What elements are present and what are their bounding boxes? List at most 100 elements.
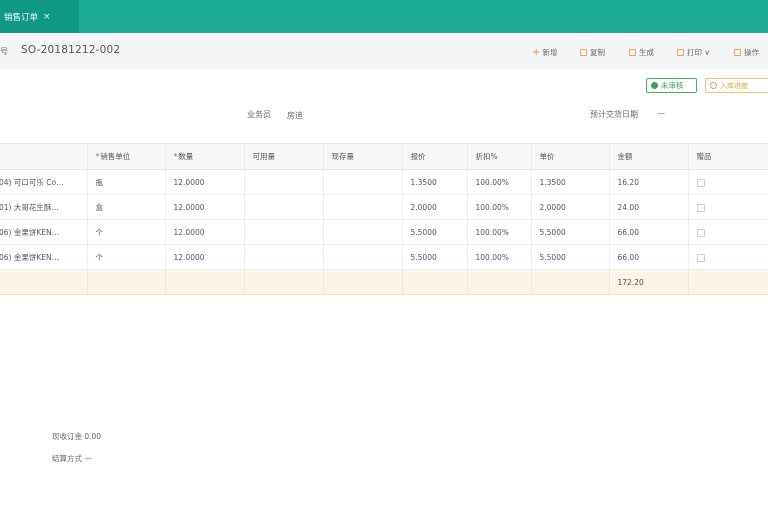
close-icon[interactable]: × (43, 12, 51, 22)
table-row[interactable]: 06) 金果饼KEN… 个 12.0000 5.5000 100.00% 5.5000 66… (0, 219, 768, 245)
column-header: 可用量 (244, 143, 324, 170)
total-cell (0, 269, 88, 295)
tab-bar: 销售订单 × (0, 0, 768, 33)
total-amount: 172.20 (609, 269, 689, 295)
status-badge-label: 未审核 (661, 81, 684, 90)
plus-icon: + (532, 47, 541, 58)
table-cell[interactable]: 12.0000 (165, 244, 245, 270)
deposit-field[interactable]: 现收订金 0.00 (52, 431, 101, 442)
column-header: 金额 (609, 143, 689, 170)
table-cell[interactable]: 5.5000 (402, 244, 468, 270)
table-cell[interactable]: 个 (87, 244, 166, 270)
total-cell (688, 269, 768, 295)
table-cell[interactable] (244, 169, 324, 195)
table-cell[interactable] (323, 219, 403, 245)
total-cell (531, 269, 610, 295)
copy-button-label: 复制 (590, 48, 605, 57)
table-cell[interactable]: 5.5000 (531, 219, 610, 245)
table-cell[interactable]: 1.3500 (531, 169, 610, 195)
table-cell[interactable]: 66.00 (609, 219, 689, 245)
table-cell[interactable]: 16.20 (609, 169, 689, 195)
column-header-label: 金额 (617, 152, 633, 161)
status-badge: 未审核 (646, 78, 697, 93)
column-header: *数量 (165, 143, 245, 170)
generate-button[interactable]: 生成 (629, 47, 654, 58)
table-cell[interactable] (244, 219, 324, 245)
gift-checkbox[interactable] (696, 203, 705, 212)
table-row[interactable]: 01) 大哥花生酥… 盒 12.0000 2.0000 100.00% 2.0000 24.… (0, 194, 768, 220)
table-cell[interactable]: 12.0000 (165, 169, 245, 195)
operation-button[interactable]: 操作 (734, 47, 759, 58)
new-button-label: 新增 (542, 48, 558, 57)
table-cell[interactable]: 1.3500 (402, 169, 468, 195)
table-cell[interactable] (323, 194, 403, 220)
table-cell[interactable]: 5.5000 (402, 219, 468, 245)
column-header: *销售单位 (87, 143, 166, 170)
table-cell[interactable]: 100.00% (467, 244, 532, 270)
delivery-date-value[interactable]: — (657, 109, 665, 118)
gift-checkbox[interactable] (696, 253, 705, 262)
table-row[interactable]: 06) 金果饼KEN… 个 12.0000 5.5000 100.00% 5.5000 66… (0, 244, 768, 270)
column-header-label: 报价 (410, 152, 426, 161)
gift-cell (688, 244, 768, 270)
table-cell[interactable]: 2.0000 (531, 194, 610, 220)
print-button[interactable]: 打印 ∨ (677, 47, 710, 58)
table-cell[interactable]: 12.0000 (165, 194, 245, 220)
salesman-label: 业务员 (247, 110, 271, 119)
new-button[interactable]: + 新增 (532, 47, 557, 58)
table-cell[interactable]: 100.00% (467, 169, 532, 195)
gift-cell (688, 219, 768, 245)
column-header-label: 单价 (539, 152, 555, 161)
progress-badge: 入库进度 (705, 78, 768, 93)
column-header-label: 数量 (178, 152, 194, 161)
document-header: 号 SO-20181212-002 + 新增 复制 生成 打印 ∨ 操作 (0, 33, 768, 69)
gift-cell (688, 169, 768, 195)
table-cell[interactable]: 01) 大哥花生酥… (0, 194, 88, 220)
clock-icon (710, 82, 717, 89)
tab-title: 销售订单 (4, 12, 39, 23)
table-cell[interactable]: 100.00% (467, 194, 532, 220)
table-cell[interactable]: 12.0000 (165, 219, 245, 245)
column-header-label: 现存量 (331, 152, 355, 161)
table-cell[interactable] (244, 194, 324, 220)
table-cell[interactable] (244, 244, 324, 270)
tab-sales-order[interactable]: 销售订单 × (0, 0, 79, 33)
total-cell (323, 269, 403, 295)
column-header: 报价 (402, 143, 468, 170)
total-cell (165, 269, 245, 295)
table-cell[interactable]: 100.00% (467, 219, 532, 245)
total-cell (244, 269, 324, 295)
table-cell[interactable]: 06) 金果饼KEN… (0, 219, 88, 245)
total-cell (87, 269, 166, 295)
check-icon (651, 82, 658, 89)
table-cell[interactable]: 5.5000 (531, 244, 610, 270)
table-cell[interactable]: 瓶 (87, 169, 166, 195)
table-cell[interactable]: 04) 可口可乐 Co… (0, 169, 88, 195)
table-row[interactable]: 04) 可口可乐 Co… 瓶 12.0000 1.3500 100.00% 1.3500 1… (0, 169, 768, 195)
print-icon (677, 49, 684, 56)
total-row: 172.20 (0, 269, 768, 295)
gift-checkbox[interactable] (696, 178, 705, 187)
table-cell[interactable]: 06) 金果饼KEN… (0, 244, 88, 270)
settlement-method-field[interactable]: 结算方式 — (52, 453, 92, 464)
table-cell[interactable] (323, 169, 403, 195)
gift-checkbox[interactable] (696, 228, 705, 237)
print-button-label: 打印 ∨ (687, 48, 710, 57)
table-cell[interactable] (323, 244, 403, 270)
copy-icon (580, 49, 587, 56)
order-items-table: *销售单位 *数量 可用量 现存量 报价 折扣% 单价 金额 赠品 04) 可口可乐 Co… 瓶 1… (0, 143, 768, 295)
column-header-label: 赠品 (696, 152, 712, 161)
table-cell[interactable]: 个 (87, 219, 166, 245)
table-cell[interactable]: 2.0000 (402, 194, 468, 220)
table-cell[interactable]: 盒 (87, 194, 166, 220)
copy-button[interactable]: 复制 (580, 47, 605, 58)
total-cell (467, 269, 532, 295)
salesman-value[interactable]: 房迪 (287, 110, 303, 121)
operation-button-label: 操作 (744, 48, 759, 57)
doc-number-label: 号 (0, 47, 8, 56)
delivery-date-label: 预计交货日期 (590, 110, 638, 119)
column-header (0, 143, 88, 170)
table-cell[interactable]: 66.00 (609, 244, 689, 270)
table-header-row: *销售单位 *数量 可用量 现存量 报价 折扣% 单价 金额 赠品 (0, 143, 768, 170)
table-cell[interactable]: 24.00 (609, 194, 689, 220)
